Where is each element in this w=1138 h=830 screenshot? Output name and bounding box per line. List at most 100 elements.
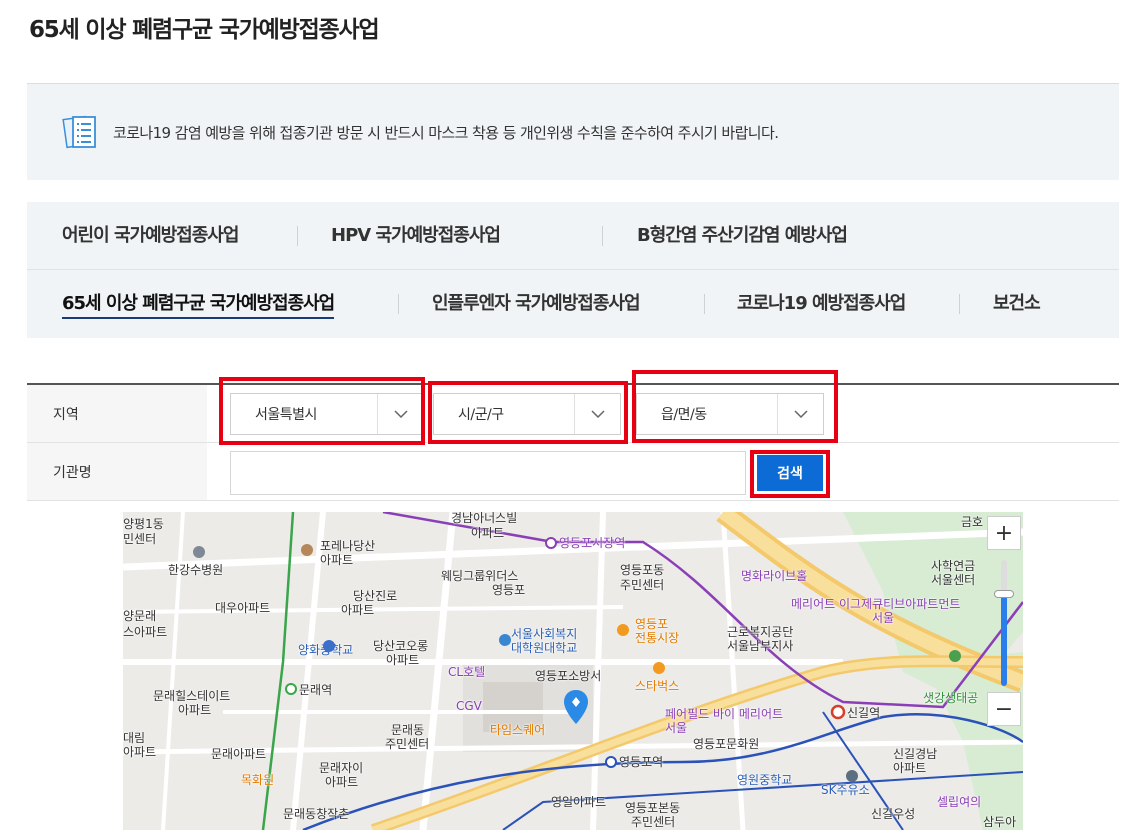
map-label: 당산코오롱 [373,639,429,653]
map-label: 타임스퀘어 [490,723,546,737]
map-label: 신길우성 [871,807,916,821]
map-label: 문래힐스테이트 [153,689,231,703]
map-label: 양평1동 [123,517,164,531]
zoom-in-button[interactable]: + [987,516,1021,550]
cafe-icon[interactable] [653,662,665,674]
tab-hpv[interactable]: HPV 국가예방접종사업 [331,202,501,270]
search-form: 지역 서울특별시 시/군/구 읍/면/동 기관명 검색 [27,383,1119,501]
map-label: 문래아파트 [211,747,267,761]
map-label: 페어필드 바이 메리어트 [665,707,784,721]
map-label: 셀립여의 [937,795,982,809]
zoom-slider-fill [1001,594,1007,686]
map-label: 포레나당산 [320,539,376,553]
map-label: 신길경남 [893,747,938,761]
sido-select[interactable]: 서울특별시 [230,393,424,435]
tab-health-center[interactable]: 보건소 [993,270,1041,338]
map-label: 영등포역 [619,755,664,769]
zoom-slider-handle[interactable] [994,590,1014,599]
map-label: 영등포시장역 [559,536,626,550]
map-label: 영일아파트 [551,795,607,809]
tab-separator [602,226,603,246]
map-label: 서울 [872,611,895,625]
sigungu-select[interactable]: 시/군/구 [433,393,621,435]
map-label: 대우아파트 [215,601,271,615]
map-label: 영등포 [492,583,526,597]
eupmyeondong-select-value: 읍/면/동 [661,407,707,423]
chevron-down-icon [574,394,620,434]
map-label: 아파트 [471,526,505,540]
park-icon[interactable] [949,650,961,662]
map-label: 삼두아 [983,815,1017,829]
poi-icon[interactable] [301,544,313,556]
map-label: 문래동창작촌 [283,807,350,821]
map-label: 아파트 [178,703,212,717]
map-label: 아파트 [320,553,354,567]
map-label: 당산진로 [353,589,398,603]
map-label: 영등포문화원 [693,737,760,751]
map-label: 금호 [961,515,984,529]
map-label: 영원중학교 [737,773,793,787]
map-label: 주민센터 [620,578,665,592]
map-label: 샛강생태공 [923,691,979,705]
map-label: 양문래 [123,609,157,623]
map-view[interactable]: 양평1동 민센터 한강수병원 포레나당산 아파트 경남아너스빌 아파트 영등포시… [123,512,1023,830]
map-label: 주민센터 [631,815,676,829]
zoom-control: + − [987,516,1021,726]
map-label: 문래자이 [319,761,364,775]
map-label: 아파트 [386,653,420,667]
map-label: 사학연금 [931,559,976,573]
map-label: CL호텔 [448,665,486,679]
map-label: 서울남부지사 [727,639,794,653]
map-label: 아파트 [123,745,157,759]
map-label: 문래동 [391,723,425,737]
region-row: 지역 서울특별시 시/군/구 읍/면/동 [27,385,1119,443]
map-label: 스타벅스 [635,679,680,693]
sigungu-select-value: 시/군/구 [458,407,504,423]
tab-separator [297,226,298,246]
map-label: 민센터 [123,532,157,546]
map-label: 서울사회복지 [511,627,578,641]
zoom-out-button[interactable]: − [987,692,1021,726]
map-label: 신길역 [847,706,881,720]
tab-child-vaccination[interactable]: 어린이 국가예방접종사업 [62,202,239,270]
tab-separator [704,294,705,314]
eupmyeondong-select[interactable]: 읍/면/동 [636,393,824,435]
map-label: 아파트 [893,761,927,775]
region-label: 지역 [27,385,207,442]
map-label: 영등포동 [620,563,665,577]
search-button[interactable]: 검색 [757,455,823,491]
institution-label: 기관명 [27,443,207,500]
location-pin-icon[interactable] [564,690,588,724]
school-icon[interactable] [323,640,335,652]
map-label: 웨딩그룹위더스 [441,569,519,583]
tab-influenza[interactable]: 인플루엔자 국가예방접종사업 [432,270,641,338]
market-icon[interactable] [617,624,629,636]
tab-separator [959,294,960,314]
map-label: 명화라이브홀 [741,569,808,583]
institution-name-input[interactable] [230,451,746,495]
tab-row-2: 65세 이상 폐렴구균 국가예방접종사업 인플루엔자 국가예방접종사업 코로나1… [27,270,1119,338]
map-label: 서울 [665,721,688,735]
page-title: 65세 이상 폐렴구균 국가예방접종사업 [29,17,380,43]
map-label: 서울센터 [931,573,976,587]
poi-icon[interactable] [193,546,205,558]
poi-icon[interactable] [499,634,511,646]
map-label: 문래역 [299,683,333,697]
map-label: 한강수병원 [168,563,224,577]
map-label: 대학원대학교 [511,641,578,655]
gas-station-icon[interactable] [846,770,858,782]
document-list-icon [62,115,96,149]
notice-box: 코로나19 감염 예방을 위해 접종기관 방문 시 반드시 마스크 착용 등 개… [27,84,1119,180]
map-label: SK주유소 [821,783,870,797]
tab-pneumococcal[interactable]: 65세 이상 폐렴구균 국가예방접종사업 [62,270,335,338]
sido-select-value: 서울특별시 [255,407,317,423]
tab-hepatitis-b[interactable]: B형간염 주산기감염 예방사업 [637,202,848,270]
map-label: 메리어트 이그제큐티브아파트먼트 [791,597,961,611]
chevron-down-icon [777,394,823,434]
tab-separator [398,294,399,314]
tab-covid19[interactable]: 코로나19 예방접종사업 [737,270,906,338]
map-label: 전통시장 [635,631,680,645]
map-label: 경남아너스빌 [451,512,518,525]
tab-row-1: 어린이 국가예방접종사업 HPV 국가예방접종사업 B형간염 주산기감염 예방사… [27,202,1119,270]
map-label: 아파트 [341,603,375,617]
